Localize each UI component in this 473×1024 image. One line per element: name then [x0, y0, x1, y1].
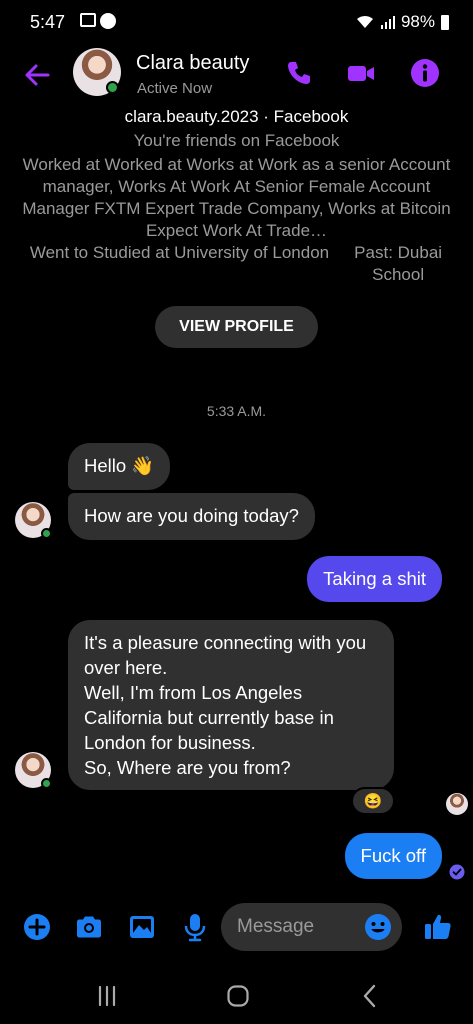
- message-bubble-outgoing[interactable]: Fuck off: [344, 833, 442, 879]
- message-bubble-incoming[interactable]: It's a pleasure connecting with you over…: [68, 620, 394, 790]
- signal-icon: [380, 16, 395, 29]
- message-timestamp: 5:33 A.M.: [206, 403, 267, 419]
- battery-icon: [441, 14, 449, 30]
- active-status: Active Now: [137, 80, 213, 97]
- delivered-check-icon: [449, 864, 465, 880]
- online-indicator: [106, 81, 119, 94]
- online-indicator: [41, 778, 52, 789]
- message-bubble-incoming[interactable]: Hello 👋: [68, 443, 171, 490]
- education-line: Went to Studied at University of London: [29, 243, 330, 262]
- status-bar: 5:47 98%: [0, 0, 473, 44]
- message-bubble-incoming[interactable]: How are you doing today?: [68, 493, 315, 540]
- back-arrow-icon[interactable]: [22, 60, 52, 90]
- recent-apps-icon[interactable]: [93, 982, 121, 1010]
- friends-status: You're friends on Facebook: [133, 131, 340, 150]
- messenger-notification-icon: [100, 13, 116, 29]
- camera-icon[interactable]: [74, 912, 104, 942]
- past-line: Past: Dubai School: [354, 243, 443, 284]
- thumbs-up-icon[interactable]: [423, 912, 453, 942]
- image-icon[interactable]: [127, 912, 157, 942]
- gallery-notification-icon: [80, 13, 96, 27]
- battery-percent: 98%: [400, 12, 435, 31]
- emoji-icon[interactable]: [364, 913, 392, 941]
- system-nav-bar: [0, 964, 473, 1024]
- profile-handle: clara.beauty.2023 · Facebook: [124, 107, 349, 126]
- message-reaction[interactable]: 😆: [351, 787, 395, 815]
- view-profile-button[interactable]: VIEW PROFILE: [155, 306, 318, 348]
- wifi-icon: [356, 15, 373, 28]
- chat-header: Clara beauty Active Now: [0, 44, 473, 104]
- phone-icon[interactable]: [284, 58, 314, 88]
- work-history: Worked at Worked at Works at Work as a s…: [22, 155, 451, 240]
- back-icon[interactable]: [356, 982, 384, 1010]
- read-receipt-avatar: [446, 793, 468, 815]
- home-icon[interactable]: [224, 982, 252, 1010]
- microphone-icon[interactable]: [180, 912, 210, 942]
- contact-name[interactable]: Clara beauty: [136, 52, 249, 75]
- video-camera-icon[interactable]: [346, 58, 376, 88]
- plus-icon[interactable]: [22, 912, 52, 942]
- message-bubble-outgoing[interactable]: Taking a shit: [307, 556, 442, 602]
- online-indicator: [41, 528, 52, 539]
- profile-summary: clara.beauty.2023 · Facebook You're frie…: [0, 106, 473, 286]
- message-composer: [0, 898, 473, 958]
- info-icon[interactable]: [410, 58, 440, 88]
- status-time: 5:47: [30, 12, 66, 32]
